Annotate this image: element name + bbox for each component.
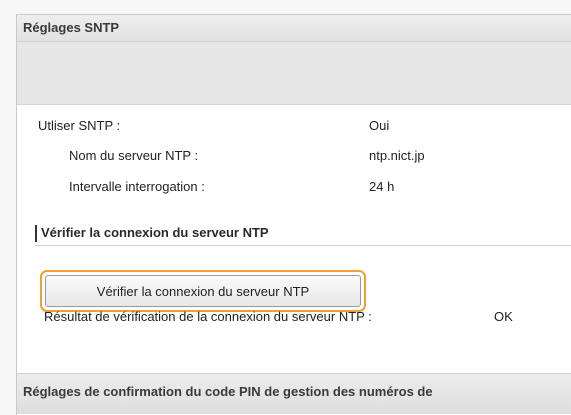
verification-result-value: OK bbox=[494, 309, 513, 324]
verify-connection-subsection: Vérifier la connexion du serveur NTP bbox=[35, 223, 571, 246]
interval-label: Intervalle interrogation : bbox=[69, 179, 205, 194]
use-sntp-label: Utliser SNTP : bbox=[38, 118, 121, 133]
section-marker bbox=[35, 225, 37, 242]
pin-confirmation-header: Réglages de confirmation du code PIN de … bbox=[17, 373, 571, 414]
verify-connection-title: Vérifier la connexion du serveur NTP bbox=[41, 225, 269, 240]
section-header: Réglages SNTP bbox=[17, 15, 571, 42]
verify-connection-button-label: Vérifier la connexion du serveur NTP bbox=[45, 275, 361, 307]
section-title: Réglages SNTP bbox=[23, 20, 120, 35]
use-sntp-value: Oui bbox=[369, 118, 390, 133]
interval-value: 24 h bbox=[369, 179, 395, 194]
pin-confirmation-title: Réglages de confirmation du code PIN de … bbox=[23, 384, 433, 399]
verification-result-label: Résultat de vérification de la connexion… bbox=[44, 309, 372, 324]
ntp-server-value: ntp.nict.jp bbox=[369, 148, 425, 163]
verify-connection-button[interactable]: Vérifier la connexion du serveur NTP bbox=[40, 270, 366, 312]
header-band bbox=[17, 42, 571, 105]
sntp-settings-panel: Réglages SNTP Utliser SNTP : Oui Nom du … bbox=[16, 14, 571, 415]
ntp-server-label: Nom du serveur NTP : bbox=[69, 148, 199, 163]
